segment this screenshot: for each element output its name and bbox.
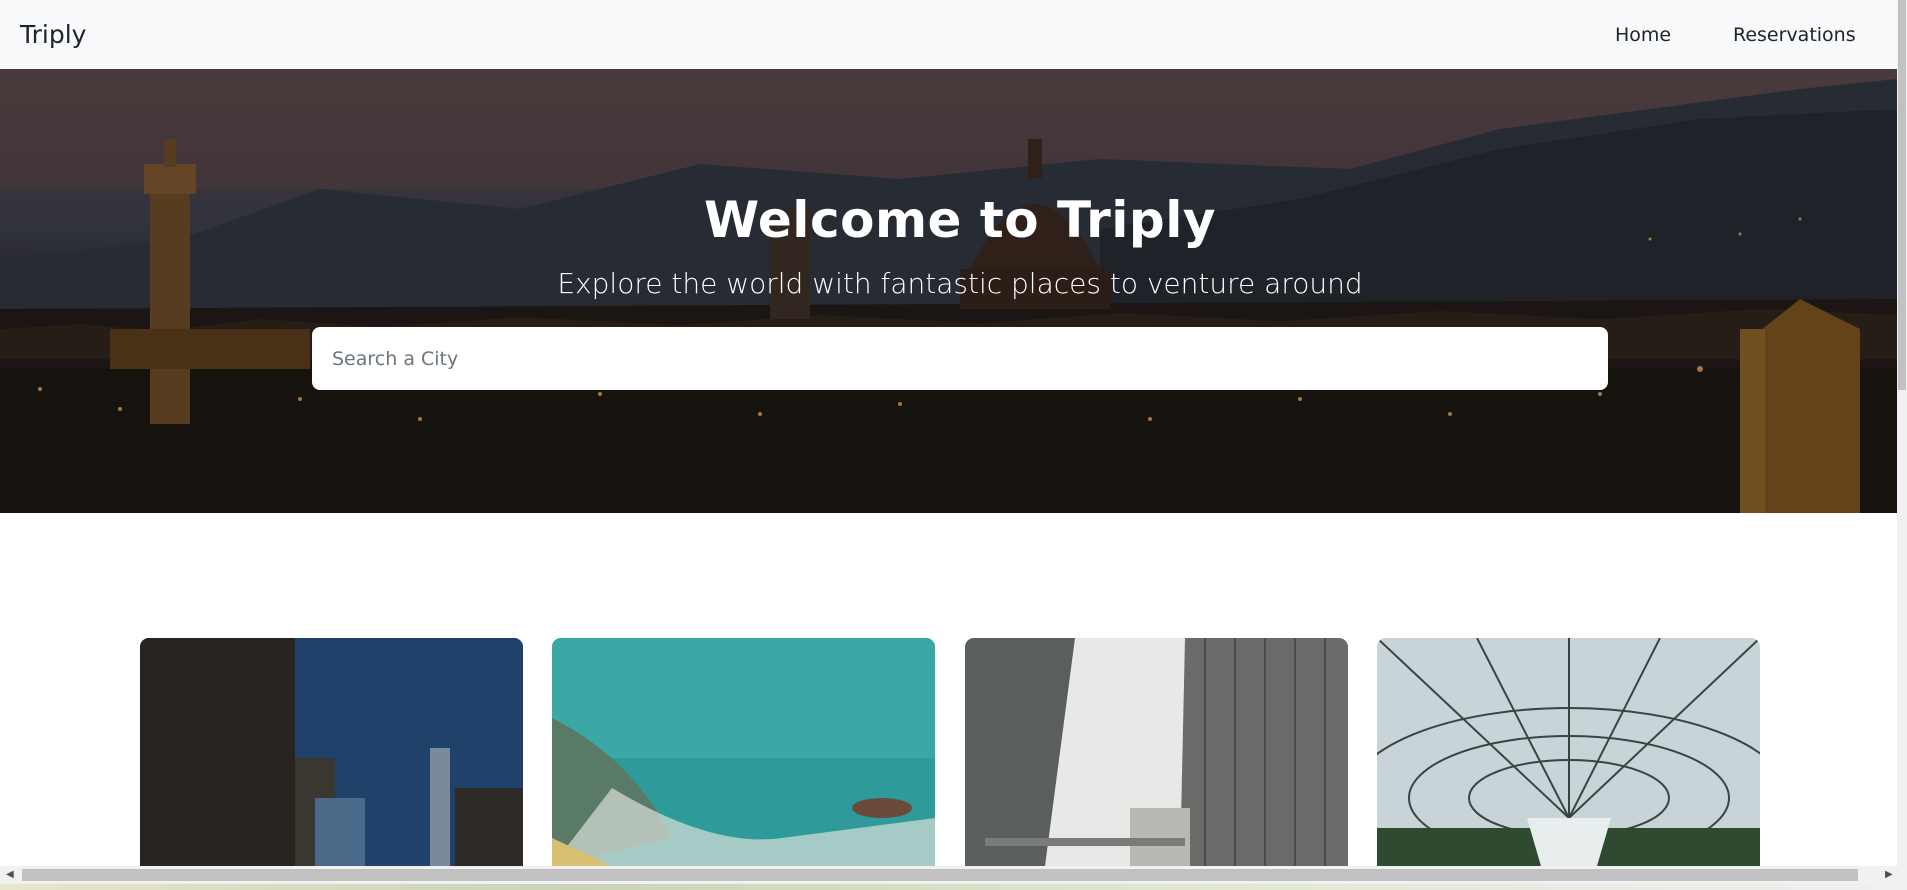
taskbar-edge (0, 884, 1907, 890)
glass-dome-waterfall-photo (1377, 638, 1760, 866)
destination-card[interactable] (140, 638, 523, 866)
destination-card[interactable] (965, 638, 1348, 866)
vertical-scrollbar-thumb[interactable] (1898, 0, 1906, 390)
nav-link-reservations[interactable]: Reservations (1733, 24, 1856, 46)
nav-link-home[interactable]: Home (1615, 24, 1671, 46)
navbar: Triply Home Reservations (0, 0, 1897, 69)
aerial-ocean-coast-photo (552, 638, 935, 866)
destination-card[interactable] (1377, 638, 1760, 866)
horizontal-scrollbar[interactable]: ◀ ▶ (0, 866, 1907, 884)
hero-banner: Welcome to Triply Explore the world with… (0, 69, 1897, 513)
brand-logo-link[interactable]: Triply (20, 20, 86, 49)
night-city-street-photo (140, 638, 523, 866)
scroll-left-arrow-icon[interactable]: ◀ (6, 869, 14, 880)
office-skyscrapers-photo (965, 638, 1348, 866)
scroll-right-arrow-icon[interactable]: ▶ (1885, 869, 1893, 880)
horizontal-scrollbar-thumb[interactable] (22, 869, 1858, 881)
city-search-input[interactable] (312, 327, 1608, 390)
vertical-scrollbar[interactable] (1897, 0, 1907, 866)
hero-title: Welcome to Triply (704, 191, 1216, 249)
hero-subtitle: Explore the world with fantastic places … (557, 267, 1363, 300)
destination-card[interactable] (552, 638, 935, 866)
